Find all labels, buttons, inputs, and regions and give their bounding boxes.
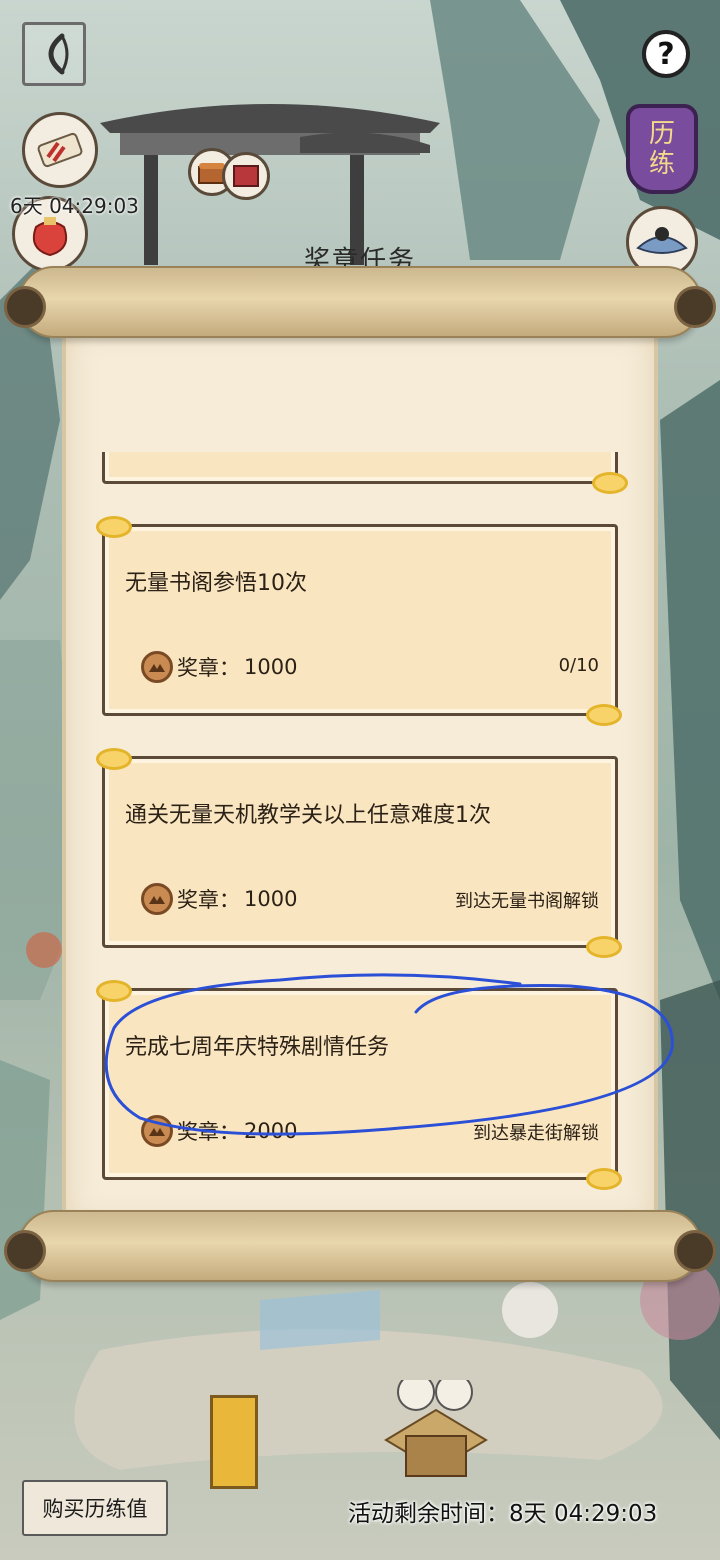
liliang-badge-icon: 历 练: [648, 119, 675, 179]
liliang-badge-button[interactable]: 历 练: [626, 104, 698, 194]
cloud-ornament: [96, 980, 132, 1002]
medal-icon: [141, 651, 173, 683]
cloud-ornament: [586, 1168, 622, 1190]
reward-value: 1000: [244, 887, 298, 911]
reward-label: 奖章：: [177, 656, 240, 680]
activity-remaining-time: 活动剩余时间：8天 04:29:03: [348, 1501, 658, 1527]
task-reward: 奖章： 1000: [141, 883, 297, 915]
vending-shop[interactable]: [210, 1395, 258, 1489]
scroll-bottom-roller: [4, 1210, 716, 1282]
village-building[interactable]: [376, 1380, 496, 1490]
task-progress: 0/10: [558, 655, 599, 676]
event-bubble-right[interactable]: [222, 152, 270, 200]
task-reward: 奖章： 2000: [141, 1115, 297, 1147]
task-list[interactable]: 无量书阁参悟10次 奖章： 1000 0/10 通关无量天机教学关以上任意难度1…: [90, 452, 630, 1208]
task-unlock-hint: 到达暴走街解锁: [473, 1123, 599, 1144]
scroll-top-roller: [4, 266, 716, 338]
cloud-ornament: [586, 936, 622, 958]
task-card: 无量书阁参悟10次 奖章： 1000 0/10: [102, 524, 618, 716]
book-icon: [233, 165, 259, 187]
task-card-partial: [102, 452, 618, 484]
medal-icon: [141, 883, 173, 915]
task-card: 通关无量天机教学关以上任意难度1次 奖章： 1000 到达无量书阁解锁: [102, 756, 618, 948]
reward-label: 奖章：: [177, 1120, 240, 1144]
task-card: 完成七周年庆特殊剧情任务 奖章： 2000 到达暴走街解锁: [102, 988, 618, 1180]
top-event-timer: 6天 04:29:03: [10, 194, 139, 218]
cloud-ornament: [586, 704, 622, 726]
buy-liliang-button[interactable]: 购买历练值: [22, 1480, 168, 1536]
cloud-ornament: [96, 748, 132, 770]
cloud-ornament: [592, 472, 628, 494]
medal-icon: [141, 1115, 173, 1147]
scroll-gift-icon: [37, 132, 83, 168]
reward-value: 2000: [244, 1119, 298, 1143]
task-title: 完成七周年庆特殊剧情任务: [125, 1035, 390, 1060]
task-title: 通关无量天机教学关以上任意难度1次: [125, 803, 491, 828]
cloud-ornament: [96, 516, 132, 538]
help-button[interactable]: ?: [642, 30, 690, 78]
scroll-gift-button[interactable]: [22, 112, 98, 188]
task-title: 无量书阁参悟10次: [125, 571, 307, 596]
back-button[interactable]: [22, 22, 86, 86]
back-icon: [48, 33, 69, 75]
help-icon: ?: [657, 36, 675, 72]
task-unlock-hint: 到达无量书阁解锁: [455, 891, 599, 912]
task-reward: 奖章： 1000: [141, 651, 297, 683]
reward-value: 1000: [244, 655, 298, 679]
reward-label: 奖章：: [177, 888, 240, 912]
